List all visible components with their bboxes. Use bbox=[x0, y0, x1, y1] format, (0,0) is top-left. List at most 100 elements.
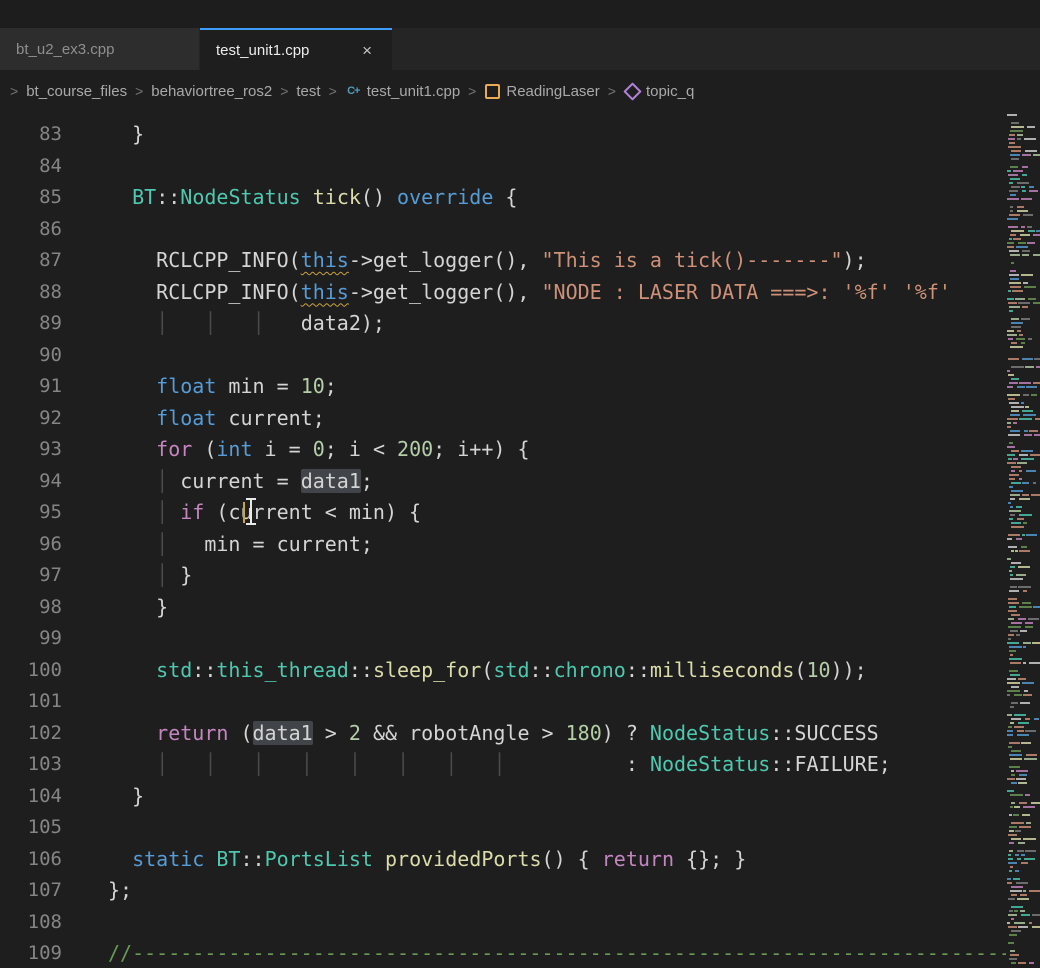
code-line[interactable]: 97 │ } bbox=[0, 560, 1006, 592]
line-number[interactable]: 106 bbox=[0, 844, 62, 876]
cpp-file-icon bbox=[345, 83, 362, 99]
line-number[interactable]: 86 bbox=[0, 214, 62, 246]
chevron-right-icon: > bbox=[608, 83, 616, 99]
breadcrumb-item-test[interactable]: test bbox=[296, 83, 320, 100]
code-line[interactable]: 93 for (int i = 0; i < 200; i++) { bbox=[0, 434, 1006, 466]
code-text: float current; bbox=[62, 403, 325, 435]
code-text: } bbox=[62, 119, 144, 151]
breadcrumb: > bt_course_files > behaviortree_ros2 > … bbox=[0, 70, 1040, 112]
code-text: │ min = current; bbox=[62, 529, 373, 561]
code-text: BT::NodeStatus tick() override { bbox=[62, 182, 517, 214]
code-text: │ } bbox=[62, 560, 192, 592]
code-text: for (int i = 0; i < 200; i++) { bbox=[62, 434, 529, 466]
code-text bbox=[62, 907, 108, 939]
line-number[interactable]: 101 bbox=[0, 686, 62, 718]
line-number[interactable]: 97 bbox=[0, 560, 62, 592]
breadcrumb-item-test_unit1-cpp[interactable]: test_unit1.cpp bbox=[345, 83, 460, 100]
line-number[interactable]: 96 bbox=[0, 529, 62, 561]
code-line[interactable]: 104 } bbox=[0, 781, 1006, 813]
code-line[interactable]: 85 BT::NodeStatus tick() override { bbox=[0, 182, 1006, 214]
line-number[interactable]: 105 bbox=[0, 812, 62, 844]
code-text: │ │ │ data2); bbox=[62, 308, 385, 340]
code-line[interactable]: 105 bbox=[0, 812, 1006, 844]
line-number[interactable]: 83 bbox=[0, 119, 62, 151]
code-line[interactable]: 89 │ │ │ data2); bbox=[0, 308, 1006, 340]
code-line[interactable]: 95 │ if (current < min) { bbox=[0, 497, 1006, 529]
code-line[interactable]: 107}; bbox=[0, 875, 1006, 907]
code-line[interactable]: 103 │ │ │ │ │ │ │ │ : NodeStatus::FAILUR… bbox=[0, 749, 1006, 781]
line-number[interactable]: 85 bbox=[0, 182, 62, 214]
code-line[interactable]: 84 bbox=[0, 151, 1006, 183]
line-number[interactable]: 87 bbox=[0, 245, 62, 277]
chevron-right-icon: > bbox=[10, 83, 18, 99]
line-number[interactable]: 88 bbox=[0, 277, 62, 309]
text-caret bbox=[243, 502, 245, 523]
code-line[interactable]: 109//-----------------------------------… bbox=[0, 938, 1006, 968]
line-number[interactable]: 100 bbox=[0, 655, 62, 687]
line-number[interactable]: 107 bbox=[0, 875, 62, 907]
tab-label: bt_u2_ex3.cpp bbox=[16, 41, 114, 58]
code-lines[interactable]: 83 }8485 BT::NodeStatus tick() override … bbox=[0, 119, 1006, 968]
code-text: return (data1 > 2 && robotAngle > 180) ?… bbox=[62, 718, 879, 750]
line-number[interactable]: 102 bbox=[0, 718, 62, 750]
code-text: │ if (current < min) { bbox=[62, 497, 421, 529]
close-icon[interactable]: × bbox=[358, 40, 376, 61]
code-line[interactable]: 106 static BT::PortsList providedPorts()… bbox=[0, 844, 1006, 876]
breadcrumb-item-behaviortree_ros2[interactable]: behaviortree_ros2 bbox=[151, 83, 272, 100]
code-line[interactable]: 108 bbox=[0, 907, 1006, 939]
minimap[interactable] bbox=[1006, 112, 1040, 968]
line-number[interactable]: 104 bbox=[0, 781, 62, 813]
code-line[interactable]: 92 float current; bbox=[0, 403, 1006, 435]
window-titlebar bbox=[0, 0, 1040, 28]
code-line[interactable]: 88 RCLCPP_INFO(this->get_logger(), "NODE… bbox=[0, 277, 1006, 309]
code-text bbox=[62, 686, 108, 718]
code-line[interactable]: 99 bbox=[0, 623, 1006, 655]
line-number[interactable]: 98 bbox=[0, 592, 62, 624]
code-line[interactable]: 96 │ min = current; bbox=[0, 529, 1006, 561]
chevron-right-icon: > bbox=[280, 83, 288, 99]
line-number[interactable]: 103 bbox=[0, 749, 62, 781]
breadcrumb-label: topic_q bbox=[646, 83, 694, 100]
breadcrumb-label: test_unit1.cpp bbox=[367, 83, 460, 100]
code-line[interactable]: 90 bbox=[0, 340, 1006, 372]
chevron-right-icon: > bbox=[329, 83, 337, 99]
code-line[interactable]: 94 │ current = data1; bbox=[0, 466, 1006, 498]
code-text bbox=[62, 151, 108, 183]
code-line[interactable]: 91 float min = 10; bbox=[0, 371, 1006, 403]
line-number[interactable]: 93 bbox=[0, 434, 62, 466]
line-number[interactable]: 92 bbox=[0, 403, 62, 435]
breadcrumb-item-topic[interactable]: topic_q bbox=[624, 83, 694, 100]
breadcrumb-item-bt_course_files[interactable]: bt_course_files bbox=[26, 83, 127, 100]
tab-bt_u2_ex3[interactable]: bt_u2_ex3.cpp bbox=[0, 28, 200, 70]
line-number[interactable]: 84 bbox=[0, 151, 62, 183]
line-number[interactable]: 94 bbox=[0, 466, 62, 498]
breadcrumb-item-readinglaser[interactable]: ReadingLaser bbox=[484, 83, 599, 100]
code-text: RCLCPP_INFO(this->get_logger(), "NODE : … bbox=[62, 277, 951, 309]
line-number[interactable]: 91 bbox=[0, 371, 62, 403]
breadcrumb-label: test bbox=[296, 83, 320, 100]
code-editor: 83 }8485 BT::NodeStatus tick() override … bbox=[0, 112, 1040, 968]
code-text: static BT::PortsList providedPorts() { r… bbox=[62, 844, 746, 876]
code-line[interactable]: 100 std::this_thread::sleep_for(std::chr… bbox=[0, 655, 1006, 687]
code-text bbox=[62, 214, 108, 246]
code-line[interactable]: 98 } bbox=[0, 592, 1006, 624]
line-number[interactable]: 95 bbox=[0, 497, 62, 529]
code-line[interactable]: 101 bbox=[0, 686, 1006, 718]
code-text: }; bbox=[62, 875, 132, 907]
code-line[interactable]: 83 } bbox=[0, 119, 1006, 151]
code-text: } bbox=[62, 592, 168, 624]
line-number[interactable]: 109 bbox=[0, 938, 62, 968]
line-number[interactable]: 90 bbox=[0, 340, 62, 372]
code-line[interactable]: 86 bbox=[0, 214, 1006, 246]
line-number[interactable]: 99 bbox=[0, 623, 62, 655]
code-text: │ current = data1; bbox=[62, 466, 373, 498]
chevron-right-icon: > bbox=[135, 83, 143, 99]
code-line[interactable]: 102 return (data1 > 2 && robotAngle > 18… bbox=[0, 718, 1006, 750]
line-number[interactable]: 89 bbox=[0, 308, 62, 340]
line-number[interactable]: 108 bbox=[0, 907, 62, 939]
class-icon bbox=[484, 83, 501, 99]
tab-test_unit1[interactable]: test_unit1.cpp × bbox=[200, 28, 392, 70]
breadcrumb-label: ReadingLaser bbox=[506, 83, 599, 100]
breadcrumb-label: behaviortree_ros2 bbox=[151, 83, 272, 100]
code-line[interactable]: 87 RCLCPP_INFO(this->get_logger(), "This… bbox=[0, 245, 1006, 277]
